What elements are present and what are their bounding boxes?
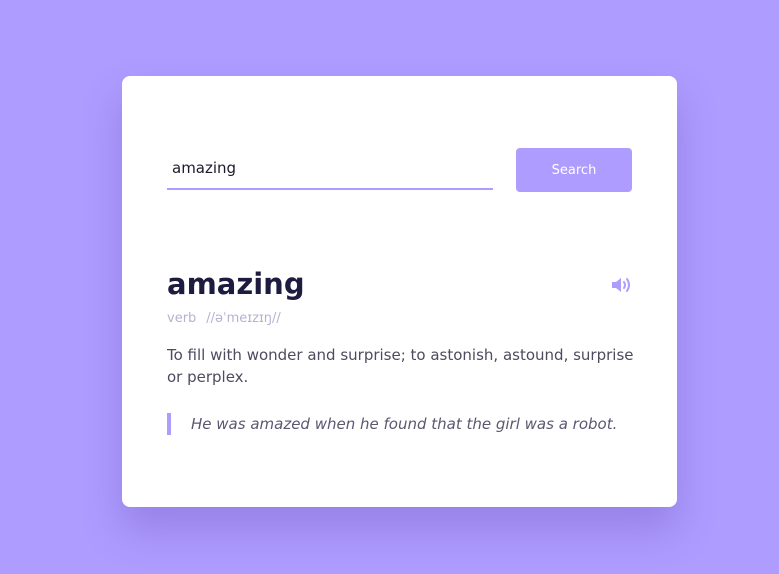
phonetic-transcription: //əˈmeɪzɪŋ// [206,310,281,326]
search-button[interactable]: Search [516,148,632,192]
dictionary-card: Search amazing verb //əˈmeɪzɪŋ// To fill… [122,76,677,507]
definition-text: To fill with wonder and surprise; to ast… [167,346,634,386]
search-row: Search [167,148,632,192]
example-sentence: He was amazed when he found that the gir… [167,413,637,435]
search-input[interactable] [167,148,493,190]
part-of-speech: verb [167,310,197,326]
speaker-icon [612,278,630,292]
word-meta: verb //əˈmeɪzɪŋ// [167,308,281,328]
word-title: amazing [167,267,305,301]
play-pronunciation-button[interactable] [610,274,634,296]
